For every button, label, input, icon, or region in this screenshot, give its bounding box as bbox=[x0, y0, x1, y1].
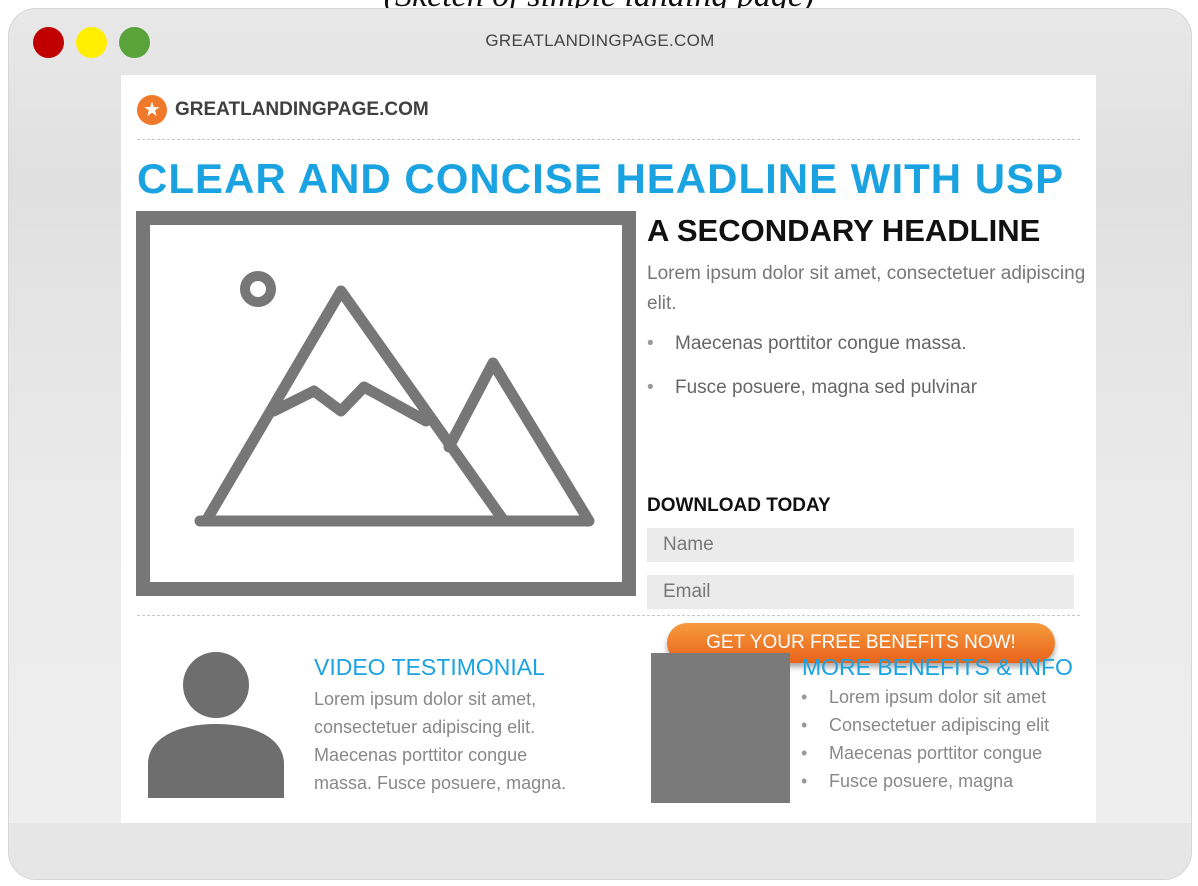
landing-page: ★ GREATLANDINGPAGE.COM CLEAR AND CONCISE… bbox=[121, 75, 1096, 823]
testimonial-line: Maecenas porttitor congue bbox=[314, 745, 528, 765]
feature-bullet: • Fusce posuere, magna sed pulvinar bbox=[647, 377, 978, 398]
benefit-item-text: Maecenas porttitor congue bbox=[829, 743, 1043, 763]
feature-bullet-text: Fusce posuere, magna sed pulvinar bbox=[675, 377, 978, 398]
benefit-item: • Consectetuer adipiscing elit bbox=[801, 715, 1050, 735]
mountain-image-placeholder-icon bbox=[136, 211, 636, 596]
benefit-item-text: Fusce posuere, magna bbox=[829, 771, 1014, 791]
more-benefits-title[interactable]: MORE BENEFITS & INFO bbox=[802, 654, 1073, 681]
address-bar-url: GREATLANDINGPAGE.COM bbox=[485, 31, 715, 50]
info-thumbnail[interactable] bbox=[651, 653, 790, 803]
benefit-item: • Maecenas porttitor congue bbox=[801, 743, 1043, 763]
feature-bullet: • Maecenas porttitor congue massa. bbox=[647, 333, 967, 354]
benefit-item: • Fusce posuere, magna bbox=[801, 771, 1014, 791]
benefit-item: • Lorem ipsum dolor sit amet bbox=[801, 687, 1047, 707]
title-bar: GREATLANDINGPAGE.COM bbox=[9, 9, 1191, 71]
feature-bullet-text: Maecenas porttitor congue massa. bbox=[675, 333, 967, 354]
section-divider bbox=[137, 615, 1080, 616]
brand-name: GREATLANDINGPAGE.COM bbox=[175, 99, 429, 120]
star-icon: ★ bbox=[137, 95, 167, 125]
browser-window: GREATLANDINGPAGE.COM ★ GREATLANDINGPAGE.… bbox=[8, 8, 1192, 880]
window-bottom-bar bbox=[9, 823, 1191, 879]
benefit-item-text: Lorem ipsum dolor sit amet bbox=[829, 687, 1047, 707]
testimonial-line: massa. Fusce posuere, magna. bbox=[314, 773, 567, 793]
header-divider bbox=[137, 139, 1080, 140]
testimonial-line: Lorem ipsum dolor sit amet, bbox=[314, 689, 537, 709]
testimonial-text: Lorem ipsum dolor sit amet, consectetuer… bbox=[314, 685, 566, 797]
video-testimonial-title[interactable]: VIDEO TESTIMONIAL bbox=[314, 654, 545, 681]
form-title: DOWNLOAD TODAY bbox=[647, 495, 831, 516]
person-avatar-icon[interactable] bbox=[148, 652, 284, 798]
testimonial-line: consectetuer adipiscing elit. bbox=[314, 717, 536, 737]
email-field[interactable] bbox=[647, 575, 1074, 609]
name-field[interactable] bbox=[647, 528, 1074, 562]
intro-text: Lorem ipsum dolor sit amet, consectetuer… bbox=[647, 263, 1086, 314]
secondary-headline: A SECONDARY HEADLINE bbox=[647, 213, 1041, 248]
benefit-item-text: Consectetuer adipiscing elit bbox=[829, 715, 1050, 735]
main-headline: CLEAR AND CONCISE HEADLINE WITH USP bbox=[137, 155, 1065, 202]
